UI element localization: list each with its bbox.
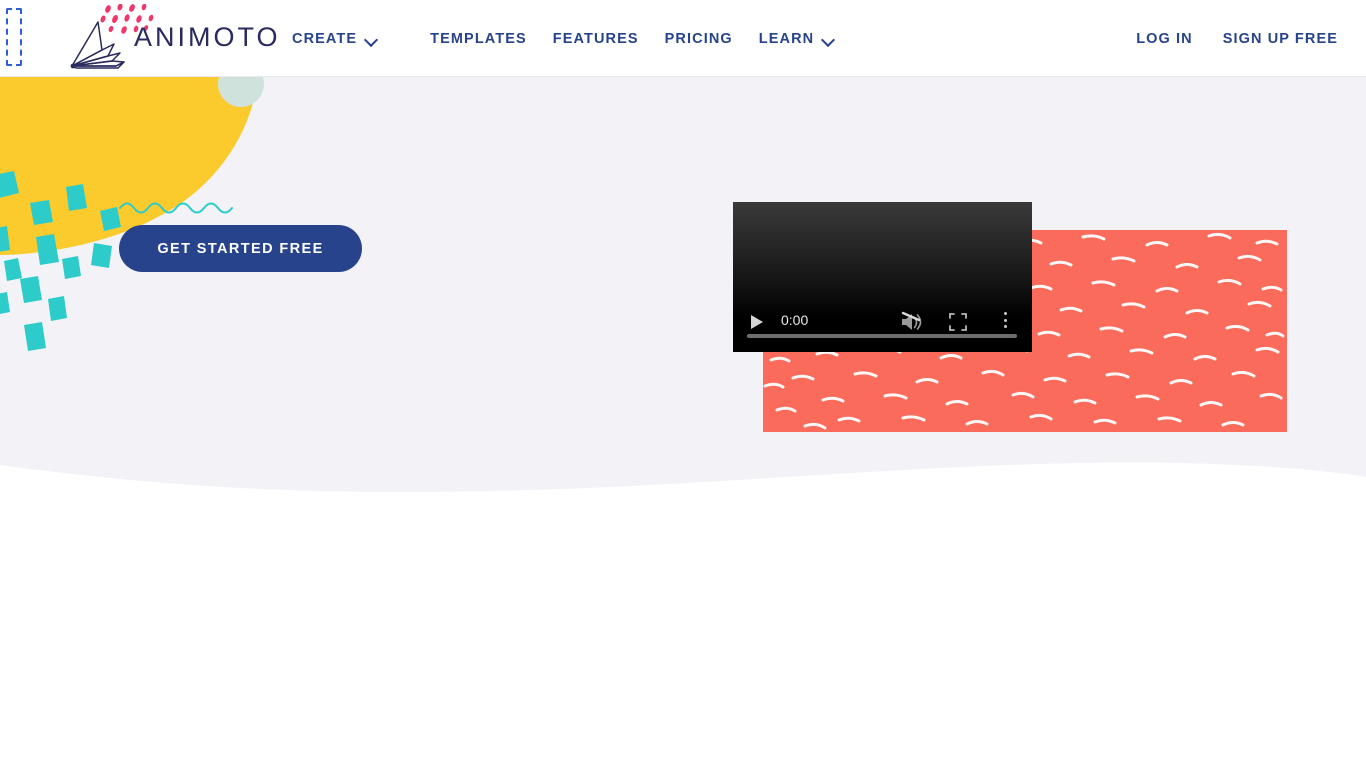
- fullscreen-icon[interactable]: [949, 313, 967, 331]
- nav-label-learn: LEARN: [758, 30, 815, 47]
- hero-wave-divider: [0, 462, 1366, 502]
- header-divider: [0, 76, 1366, 77]
- video-controls-bar: 0:00: [733, 300, 1032, 352]
- chevron-down-icon: [365, 35, 378, 43]
- video-controls-row: 0:00: [733, 310, 1032, 334]
- more-options-icon[interactable]: [997, 312, 1013, 332]
- site-logo[interactable]: ANIMOTO: [62, 4, 292, 70]
- get-started-free-button[interactable]: GET STARTED FREE: [119, 225, 362, 272]
- skip-to-content-link[interactable]: [6, 8, 22, 66]
- kebab-dot: [1003, 312, 1007, 315]
- page-root: ANIMOTO CREATE TEMPLATES FEATURES PRICIN…: [0, 0, 1366, 768]
- nav-label-pricing: PRICING: [664, 30, 733, 47]
- sign-up-free-link[interactable]: SIGN UP FREE: [1223, 31, 1338, 47]
- nav-label-templates: TEMPLATES: [430, 30, 527, 47]
- play-icon[interactable]: [751, 315, 763, 329]
- nav-label-create: CREATE: [292, 30, 358, 47]
- video-current-time: 0:00: [781, 312, 809, 328]
- hero-video-player[interactable]: 0:00: [733, 202, 1032, 352]
- site-header: ANIMOTO CREATE TEMPLATES FEATURES PRICIN…: [0, 0, 1366, 77]
- page-lower-area: [0, 502, 1366, 768]
- kebab-dot: [1003, 325, 1007, 328]
- nav-item-pricing[interactable]: PRICING: [665, 0, 759, 77]
- nav-item-templates[interactable]: TEMPLATES: [430, 0, 553, 77]
- nav-item-features[interactable]: FEATURES: [553, 0, 665, 77]
- nav-item-create[interactable]: CREATE: [292, 0, 404, 77]
- video-progress-bar[interactable]: [747, 334, 1017, 338]
- animoto-fan-logo-icon: [70, 21, 125, 69]
- log-in-link[interactable]: LOG IN: [1136, 31, 1193, 47]
- nav-label-features: FEATURES: [552, 30, 639, 47]
- teal-squiggle-decor: [119, 202, 233, 214]
- chevron-down-icon: [822, 35, 835, 43]
- auth-links: LOG IN SIGN UP FREE: [1136, 0, 1338, 77]
- nav-item-learn[interactable]: LEARN: [759, 0, 861, 77]
- kebab-dot: [1003, 318, 1007, 322]
- main-navigation: CREATE TEMPLATES FEATURES PRICING LEARN: [292, 0, 861, 77]
- volume-muted-icon[interactable]: [899, 311, 923, 333]
- logo-wordmark: ANIMOTO: [134, 22, 281, 52]
- hero-section: GET STARTED FREE 0:00: [0, 77, 1366, 502]
